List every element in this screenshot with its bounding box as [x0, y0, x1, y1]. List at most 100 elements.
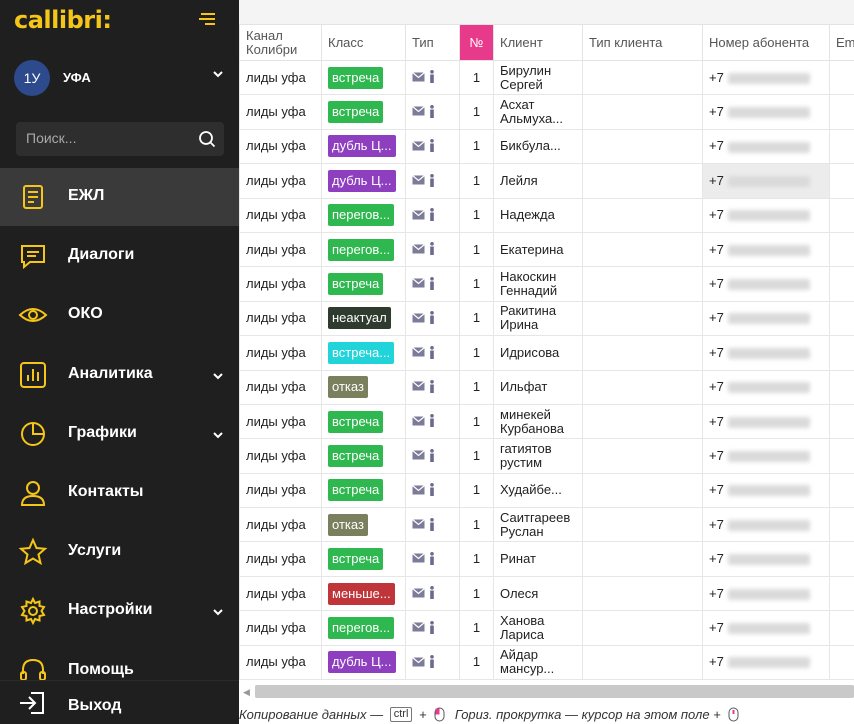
logout-button[interactable]: Выход	[0, 680, 239, 724]
class-badge[interactable]: дубль Ц...	[328, 135, 396, 158]
class-badge[interactable]: встреча	[328, 101, 384, 124]
info-icon[interactable]	[429, 551, 435, 565]
info-icon[interactable]	[429, 242, 435, 256]
table-row[interactable]: лиды уфа встреча 1 Ринат +7	[239, 541, 854, 577]
class-badge[interactable]: дубль Ц...	[328, 169, 396, 192]
column-header[interactable]: Em	[829, 24, 854, 61]
mail-icon[interactable]	[412, 243, 425, 254]
mail-icon[interactable]	[412, 622, 425, 632]
leads-table-wrap[interactable]: Канал Колибри Класс Тип № Клиент Тип клиента Н…	[239, 24, 854, 680]
mail-icon[interactable]	[412, 484, 425, 495]
class-badge[interactable]: перегов...	[328, 616, 395, 639]
sidebar-item-1[interactable]: Диалоги	[0, 227, 239, 285]
phone-cell[interactable]: +7	[702, 644, 830, 680]
table-row[interactable]: лиды уфа перегов... 1 Надежда +7	[239, 197, 854, 233]
info-icon[interactable]	[429, 655, 435, 669]
sidebar-item-0[interactable]: ЕЖЛ	[0, 168, 239, 226]
phone-cell[interactable]: +7	[702, 541, 830, 577]
info-icon[interactable]	[429, 517, 435, 531]
sidebar-item-3[interactable]: Аналитика	[0, 346, 239, 404]
mail-icon[interactable]	[412, 209, 425, 220]
class-badge[interactable]: перегов...	[328, 204, 395, 227]
class-badge[interactable]: перегов...	[328, 238, 395, 261]
table-row[interactable]: лиды уфа встреча 1 Бирулин Сергей +7	[239, 59, 854, 96]
mail-icon[interactable]	[412, 450, 425, 460]
callibri-logo[interactable]: callibri:	[14, 6, 112, 34]
info-icon[interactable]	[429, 173, 435, 187]
mail-icon[interactable]	[412, 106, 425, 116]
phone-cell[interactable]: +7	[702, 197, 830, 233]
info-icon[interactable]	[429, 620, 435, 634]
table-row[interactable]: лиды уфа дубль Ц... 1 Бикбула... +7	[239, 128, 854, 165]
class-badge[interactable]: встреча	[328, 444, 384, 467]
table-row[interactable]: лиды уфа дубль Ц... 1 Айдар мансур... +7	[239, 644, 854, 680]
phone-cell[interactable]: +7	[702, 610, 830, 646]
table-row[interactable]: лиды уфа перегов... 1 Екатерина +7	[239, 231, 854, 268]
sidebar-item-6[interactable]: Услуги	[0, 523, 239, 581]
column-header[interactable]: Клиент	[493, 24, 583, 61]
phone-cell[interactable]: +7	[702, 231, 830, 268]
class-badge[interactable]: отказ	[328, 513, 368, 536]
info-icon[interactable]	[429, 345, 435, 359]
mail-icon[interactable]	[412, 519, 425, 529]
table-row[interactable]: лиды уфа неактуал 1 Ракитина Ирина +7	[239, 300, 854, 337]
info-icon[interactable]	[429, 586, 435, 600]
info-icon[interactable]	[429, 70, 435, 84]
column-header[interactable]: Класс	[321, 24, 406, 61]
column-header[interactable]: №	[459, 24, 494, 61]
table-row[interactable]: лиды уфа меньше... 1 Олеся +7	[239, 575, 854, 612]
column-header[interactable]: Тип клиента	[582, 24, 703, 61]
phone-cell[interactable]: +7	[702, 438, 830, 474]
search-input[interactable]: Поиск...	[26, 130, 76, 146]
info-icon[interactable]	[429, 483, 435, 497]
class-badge[interactable]: встреча	[328, 273, 384, 296]
mail-icon[interactable]	[412, 140, 425, 151]
info-icon[interactable]	[429, 276, 435, 290]
phone-cell[interactable]: +7	[702, 163, 830, 199]
horizontal-scrollbar[interactable]: ◀	[239, 680, 854, 706]
class-badge[interactable]: встреча...	[328, 341, 395, 364]
info-icon[interactable]	[429, 414, 435, 428]
scroll-left-arrow-icon[interactable]: ◀	[243, 687, 250, 698]
phone-cell[interactable]: +7	[702, 472, 830, 509]
sidebar-item-5[interactable]: Контакты	[0, 464, 239, 522]
table-row[interactable]: лиды уфа встреча 1 гатиятов рустим +7	[239, 438, 854, 474]
phone-cell[interactable]: +7	[702, 507, 830, 543]
phone-cell[interactable]: +7	[702, 59, 830, 96]
scroll-thumb[interactable]	[255, 685, 854, 698]
phone-cell[interactable]: +7	[702, 266, 830, 302]
table-row[interactable]: лиды уфа дубль Ц... 1 Лейля +7	[239, 163, 854, 199]
table-row[interactable]: лиды уфа встреча 1 Накоскин Геннадий +7	[239, 266, 854, 302]
mail-icon[interactable]	[412, 587, 425, 598]
class-badge[interactable]: дубль Ц...	[328, 651, 396, 674]
phone-cell[interactable]: +7	[702, 335, 830, 371]
info-icon[interactable]	[429, 104, 435, 118]
class-badge[interactable]: встреча	[328, 410, 384, 433]
info-icon[interactable]	[429, 311, 435, 325]
class-badge[interactable]: меньше...	[328, 582, 395, 605]
column-header[interactable]: Канал Колибри	[239, 24, 322, 61]
mail-icon[interactable]	[412, 415, 425, 426]
class-badge[interactable]: отказ	[328, 376, 368, 399]
phone-cell[interactable]: +7	[702, 300, 830, 337]
table-row[interactable]: лиды уфа встреча... 1 Идрисова +7	[239, 335, 854, 371]
phone-cell[interactable]: +7	[702, 403, 830, 440]
table-row[interactable]: лиды уфа отказ 1 Ильфат +7	[239, 369, 854, 405]
class-badge[interactable]: встреча	[328, 479, 384, 502]
info-icon[interactable]	[429, 379, 435, 393]
table-row[interactable]: лиды уфа отказ 1 Саитгареев Руслан +7	[239, 507, 854, 543]
info-icon[interactable]	[429, 139, 435, 153]
mail-icon[interactable]	[412, 656, 425, 667]
search-box[interactable]: Поиск...	[16, 122, 224, 156]
column-header[interactable]: Номер абонента	[702, 24, 830, 61]
sidebar-item-4[interactable]: Графики	[0, 405, 239, 463]
phone-cell[interactable]: +7	[702, 369, 830, 405]
mail-icon[interactable]	[412, 278, 425, 288]
mail-icon[interactable]	[412, 553, 425, 563]
mail-icon[interactable]	[412, 381, 425, 391]
mail-icon[interactable]	[412, 312, 425, 323]
phone-cell[interactable]: +7	[702, 575, 830, 612]
info-icon[interactable]	[429, 448, 435, 462]
mail-icon[interactable]	[412, 347, 425, 357]
phone-cell[interactable]: +7	[702, 94, 830, 130]
